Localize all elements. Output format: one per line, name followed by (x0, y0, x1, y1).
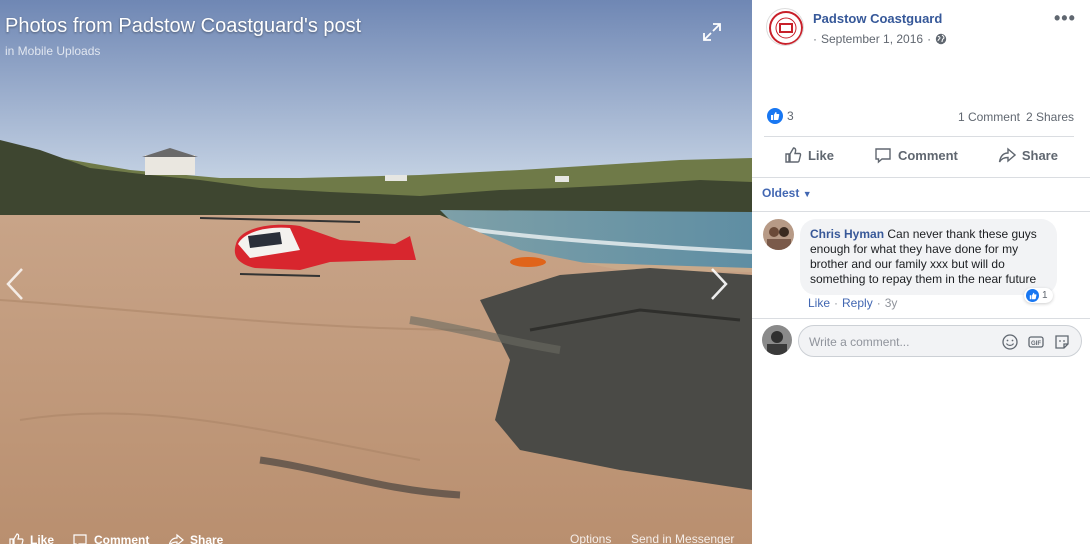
coastguard-logo (769, 11, 803, 45)
like-reaction-icon (1026, 289, 1039, 302)
post-meta: · September 1, 2016 · (813, 32, 947, 46)
sticker-icon[interactable] (1053, 333, 1071, 351)
share-arrow-icon (168, 533, 184, 544)
emoji-icon[interactable] (1001, 333, 1019, 351)
divider (752, 318, 1090, 319)
meta-separator: · (927, 32, 932, 46)
page-avatar[interactable] (766, 8, 804, 46)
post-date[interactable]: September 1, 2016 (821, 32, 923, 46)
beach-helicopter-photo (0, 0, 752, 544)
avatar (762, 325, 792, 355)
comment-age[interactable]: 3y (885, 296, 898, 310)
like-button[interactable]: Like (784, 146, 834, 164)
thumbs-up-icon (785, 147, 802, 163)
comments-count-link[interactable]: 1 Comment (958, 110, 1020, 124)
viewer-comment-label: Comment (94, 533, 150, 544)
engagement-counts: 1 Comment 2 Shares (958, 110, 1074, 124)
comment-bubble: Chris Hyman Can never thank these guys e… (800, 219, 1057, 295)
viewer-like-button[interactable]: Like (8, 532, 54, 544)
comment-input[interactable] (809, 333, 999, 351)
expand-icon[interactable] (702, 22, 722, 42)
comment-actions: Like · Reply · 3y (808, 296, 897, 310)
chevron-left-icon[interactable] (4, 266, 26, 302)
comment-label: Comment (897, 147, 958, 163)
viewer-like-label: Like (30, 533, 55, 544)
comment-bubble-icon (73, 534, 87, 544)
options-link[interactable]: Options (570, 532, 611, 544)
comment-author-link[interactable]: Chris Hyman (810, 227, 884, 241)
reaction-summary[interactable]: 3 (767, 108, 794, 124)
viewer-comment-button[interactable]: Comment (72, 532, 149, 544)
comment-like-link[interactable]: Like (808, 296, 830, 310)
viewer-bottom-bar: Like Comment Share Options Send in Messe… (0, 524, 752, 544)
post-actions: Like Comment Share (764, 137, 1078, 173)
reaction-count: 3 (787, 109, 794, 123)
chevron-right-icon[interactable] (708, 266, 730, 302)
divider (752, 211, 1090, 212)
meta-separator: · (834, 296, 839, 310)
like-reaction-icon (767, 108, 783, 124)
shares-count-link[interactable]: 2 Shares (1026, 110, 1074, 124)
svg-text:GIF: GIF (1031, 341, 1041, 347)
viewer-title: Photos from Padstow Coastguard's post (5, 15, 362, 37)
caret-down-icon: ▼ (802, 189, 812, 199)
comment-sort-dropdown[interactable]: Oldest ▼ (762, 186, 812, 200)
viewer-share-label: Share (190, 533, 224, 544)
globe-icon[interactable] (935, 33, 947, 45)
send-in-messenger-link[interactable]: Send in Messenger (631, 532, 734, 544)
post-side-panel: Padstow Coastguard · September 1, 2016 ·… (752, 0, 1090, 544)
avatar[interactable] (763, 219, 794, 250)
comment-composer: GIF (798, 325, 1082, 357)
share-arrow-icon (998, 147, 1016, 163)
comment-reply-link[interactable]: Reply (842, 296, 873, 310)
photo-viewer: Photos from Padstow Coastguard's post in… (0, 0, 752, 544)
comment-reaction-summary[interactable]: 1 (1024, 288, 1053, 303)
page-name-link[interactable]: Padstow Coastguard (813, 11, 942, 26)
thumbs-up-icon (9, 533, 24, 544)
album-link[interactable]: in Mobile Uploads (5, 44, 100, 58)
share-label: Share (1021, 147, 1058, 163)
more-options-icon[interactable]: ••• (1054, 8, 1076, 29)
comment-bubble-icon (875, 148, 891, 164)
share-button[interactable]: Share (998, 146, 1058, 164)
comment-reaction-count: 1 (1042, 290, 1048, 301)
comment-sort-label: Oldest (762, 186, 800, 200)
meta-separator: · (813, 32, 817, 46)
meta-separator: · (876, 296, 881, 310)
like-label: Like (807, 147, 834, 163)
viewer-share-button[interactable]: Share (168, 532, 223, 544)
comment-button[interactable]: Comment (874, 146, 958, 164)
gif-icon[interactable]: GIF (1027, 333, 1045, 351)
divider (752, 177, 1090, 178)
